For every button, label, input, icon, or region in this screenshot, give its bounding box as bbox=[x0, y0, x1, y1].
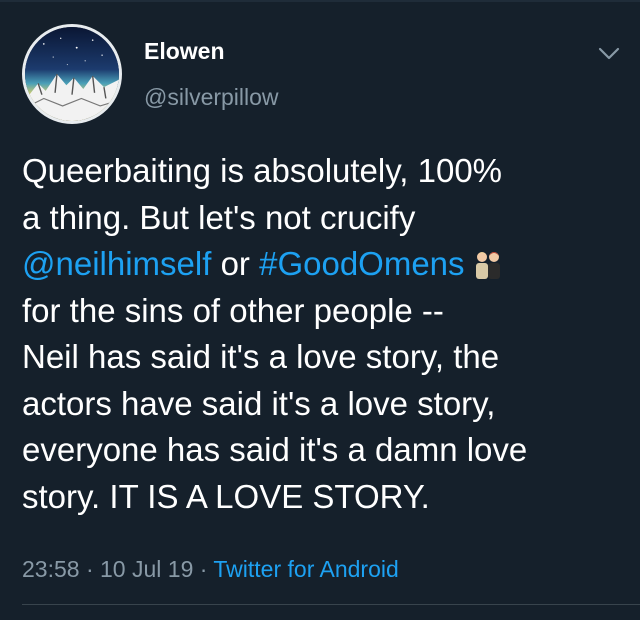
tweet-card: Elowen @silverpillow Queerbaiting is abs… bbox=[0, 0, 640, 620]
tweet-text: Queerbaiting is absolutely, 100% a thing… bbox=[22, 148, 622, 520]
meta-separator: · bbox=[193, 556, 214, 582]
chevron-down-icon[interactable] bbox=[597, 44, 621, 64]
tweet-metadata: 23:58 · 10 Jul 19 · Twitter for Android bbox=[22, 556, 399, 583]
tweet-source-link[interactable]: Twitter for Android bbox=[213, 556, 398, 582]
tweet-line: Queerbaiting is absolutely, 100% bbox=[22, 152, 503, 189]
tweet-line: everyone has said it's a damn love bbox=[22, 431, 528, 468]
couple-emoji-icon bbox=[471, 247, 505, 281]
user-handle[interactable]: @silverpillow bbox=[144, 84, 279, 111]
hashtag-link[interactable]: #GoodOmens bbox=[259, 245, 464, 282]
tweet-line: actors have said it's a love story, bbox=[22, 384, 496, 422]
mention-link[interactable]: @neilhimself bbox=[22, 245, 211, 282]
bottom-divider bbox=[22, 604, 640, 605]
tweet-line: for the sins of other people -- bbox=[22, 291, 444, 329]
tweet-time[interactable]: 23:58 bbox=[22, 556, 80, 582]
tweet-date[interactable]: 10 Jul 19 bbox=[100, 556, 193, 582]
connector-text: or bbox=[211, 245, 260, 282]
mountain-night-sky-avatar-icon bbox=[25, 27, 119, 121]
display-name[interactable]: Elowen bbox=[144, 38, 225, 65]
tweet-line: a thing. But let's not crucify bbox=[22, 198, 416, 236]
avatar[interactable] bbox=[22, 24, 122, 124]
tweet-line: Neil has said it's a love story, the bbox=[22, 338, 500, 375]
tweet-line: story. IT IS A LOVE STORY. bbox=[22, 477, 430, 515]
tweet-line: @neilhimself or #GoodOmens bbox=[22, 241, 622, 288]
meta-separator: · bbox=[79, 556, 101, 582]
